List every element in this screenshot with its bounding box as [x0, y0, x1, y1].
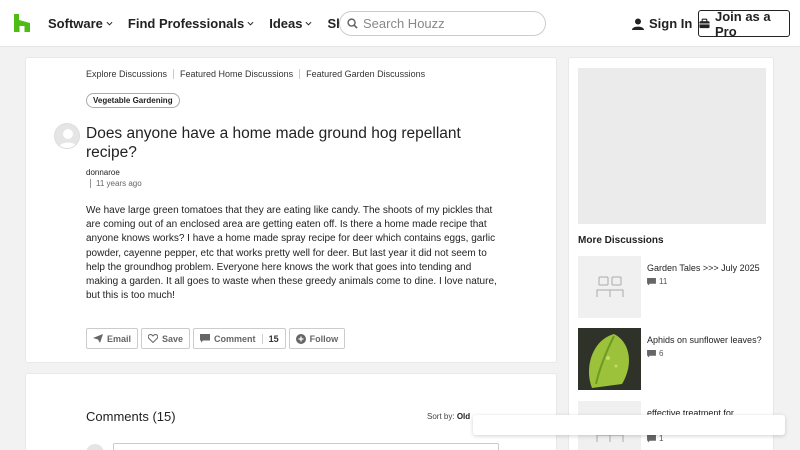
- comment-icon: [647, 349, 656, 358]
- sort-value: Old: [456, 412, 471, 421]
- sort-label: Sort by:: [427, 412, 455, 421]
- send-icon: [93, 334, 103, 343]
- nav-find-professionals[interactable]: Find Professionals: [128, 16, 254, 31]
- follow-label: Follow: [309, 333, 339, 344]
- discussion-thumbnail: [578, 256, 641, 318]
- discussion-count-value: 6: [659, 349, 664, 358]
- discussion-comment-count: 1: [647, 434, 663, 443]
- ad-placeholder: [578, 68, 766, 224]
- discussion-comment-count: 6: [647, 349, 663, 358]
- discussion-title: Aphids on sunflower leaves?: [647, 335, 762, 345]
- post-time: 11 years ago: [90, 179, 142, 188]
- sunflower-leaf-photo: [578, 328, 641, 390]
- action-bar: Email Save Comment 15 Follow: [86, 328, 348, 349]
- comment-input[interactable]: [113, 443, 499, 450]
- discussion-comment-count: 11: [647, 277, 667, 286]
- chevron-down-icon: [247, 21, 254, 26]
- email-label: Email: [107, 333, 132, 344]
- save-label: Save: [162, 333, 184, 344]
- more-discussions-heading: More Discussions: [578, 235, 664, 246]
- comment-icon: [647, 434, 656, 443]
- houzz-logo-icon[interactable]: [14, 14, 30, 32]
- search-icon: [347, 18, 358, 29]
- discussion-count-value: 1: [659, 434, 664, 443]
- user-icon: [632, 18, 644, 30]
- nav-find-professionals-label: Find Professionals: [127, 16, 245, 31]
- heart-icon: [148, 334, 159, 343]
- discussion-item[interactable]: Garden Tales >>> July 2025 11: [578, 256, 768, 318]
- plus-circle-icon: [295, 333, 306, 344]
- page-title: Does anyone have a home made ground hog …: [86, 125, 461, 161]
- comment-button[interactable]: Comment 15: [193, 328, 286, 349]
- main-nav: Software Find Professionals Ideas Shop: [48, 16, 385, 31]
- nav-software[interactable]: Software: [48, 16, 113, 31]
- breadcrumb-garden[interactable]: Featured Garden Discussions: [306, 69, 431, 79]
- people-placeholder-icon: [596, 276, 623, 297]
- sidebar: More Discussions Garden Tales >>> July 2…: [568, 57, 774, 450]
- save-button[interactable]: Save: [141, 328, 191, 349]
- author-name[interactable]: donnaroe: [86, 168, 120, 177]
- comment-avatar: [86, 444, 104, 450]
- top-header: Software Find Professionals Ideas Shop S…: [0, 0, 800, 47]
- search-box: [339, 11, 546, 36]
- default-avatar-icon: [58, 129, 78, 148]
- search-input[interactable]: [363, 16, 533, 31]
- nav-software-label: Software: [48, 16, 103, 31]
- nav-ideas-label: Ideas: [269, 16, 303, 31]
- question-body: We have large green tomatoes that they a…: [86, 205, 497, 302]
- nav-ideas[interactable]: Ideas: [269, 16, 312, 31]
- signin-label: Sign In: [649, 16, 693, 31]
- briefcase-icon: [699, 18, 710, 29]
- sort-control[interactable]: Sort by: Old: [427, 412, 470, 421]
- comment-count: 15: [261, 333, 279, 344]
- signin-link[interactable]: Sign In: [632, 16, 692, 31]
- comment-label: Comment: [214, 333, 256, 344]
- discussion-title: Garden Tales >>> July 2025: [647, 263, 760, 273]
- toast-popup: [473, 415, 785, 435]
- follow-button[interactable]: Follow: [288, 328, 346, 349]
- comments-heading: Comments (15): [86, 409, 176, 424]
- email-button[interactable]: Email: [86, 328, 139, 349]
- question-card: Explore Discussions Featured Home Discus…: [25, 57, 557, 363]
- breadcrumb-explore[interactable]: Explore Discussions: [86, 69, 175, 79]
- discussion-count-value: 11: [659, 277, 668, 286]
- avatar[interactable]: [54, 123, 80, 149]
- join-as-pro-button[interactable]: Join as a Pro: [698, 8, 790, 39]
- chevron-down-icon: [305, 21, 312, 26]
- join-label: Join as a Pro: [714, 8, 771, 39]
- discussion-item[interactable]: Aphids on sunflower leaves? 6: [578, 328, 768, 390]
- comment-icon: [200, 334, 211, 343]
- breadcrumb: Explore Discussions Featured Home Discus…: [86, 69, 437, 79]
- breadcrumb-home[interactable]: Featured Home Discussions: [180, 69, 301, 79]
- discussion-thumbnail: [578, 328, 641, 390]
- comment-icon: [647, 277, 656, 286]
- chevron-down-icon: [106, 21, 113, 26]
- comments-card: Comments (15) Sort by: Old: [25, 373, 557, 450]
- topic-tag[interactable]: Vegetable Gardening: [86, 93, 180, 108]
